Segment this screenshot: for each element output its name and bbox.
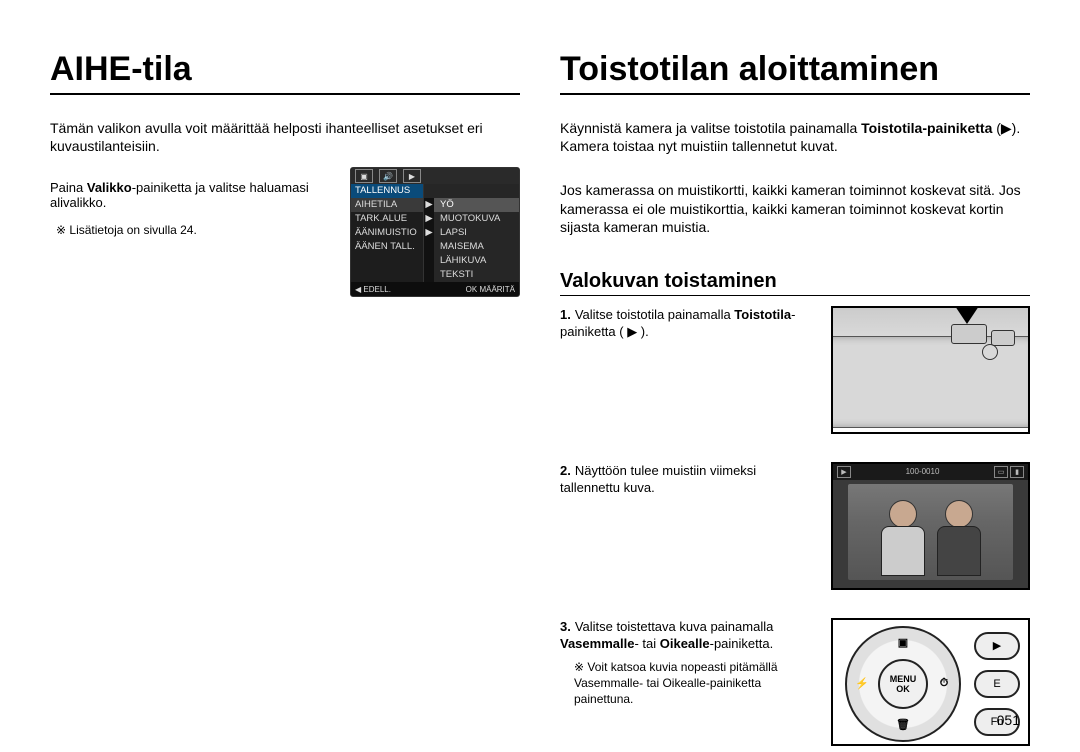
menu-left-3: ÄÄNEN TALL. [351,240,424,254]
left-rule [50,93,520,95]
menu-ok-button: MENU OK [878,659,928,709]
up-pad-icon: ▣ [894,634,912,652]
section-title: Valokuvan toistaminen [560,270,1030,293]
menu-right-5: TEKSTI [434,268,519,282]
right-intro-1: Käynnistä kamera ja valitse toistotila p… [560,119,1030,155]
step-1-figure [831,306,1030,434]
menu-tabs: ▣ 🔊 ▶ [351,168,519,184]
play-icon: ▶ [837,466,851,478]
menu-right-3: MAISEMA [434,240,519,254]
side-button-play: ▶ [974,632,1020,660]
menu-header: TALLENNUS [351,184,424,198]
left-intro: Tämän valikon avulla voit määrittää help… [50,119,520,155]
right-rule [560,93,1030,95]
right-intro-2: Jos kamerassa on muistikortti, kaikki ka… [560,181,1030,236]
left-note: Lisätietoja on sivulla 24. [56,223,338,237]
menu-foot-left: ◀ EDELL. [355,285,391,294]
card-icon: ▭ [994,466,1008,478]
photo-counter: 100-0010 [906,467,940,476]
right-pad-icon: ⏱ [935,675,953,693]
menu-right-2: LAPSI [434,226,519,240]
camera-icon: ▣ [355,169,373,183]
left-title: AIHE-tila [50,50,520,89]
side-button-e: E [974,670,1020,698]
menu-right-1: MUOTOKUVA [434,212,519,226]
camera-menu-screenshot: ▣ 🔊 ▶ TALLENNUS AIHETILA▶YÖ TARK.ALUE▶MU… [350,167,520,297]
step-3-text: 3.Valitse toistettava kuva painamalla Va… [560,618,815,746]
battery-icon: ▮ [1010,466,1024,478]
menu-foot-right: OK MÄÄRITÄ [466,285,515,294]
play-box-icon: ▶ [403,169,421,183]
section-rule [560,295,1030,296]
step-2-text: 2.Näyttöön tulee muistiin viimeksi talle… [560,462,815,590]
left-instruction: Paina Valikko-painiketta ja valitse halu… [50,180,338,210]
left-pad-icon: ⚡ [853,675,871,693]
menu-right-0: YÖ [434,198,519,212]
sound-icon: 🔊 [379,169,397,183]
page-number: 051 [997,712,1020,728]
menu-left-2: ÄÄNIMUISTIO [351,226,424,240]
control-wheel: MENU OK ▣ 🗑 ⚡ ⏱ [845,626,961,742]
step-2-figure: ▶ 100-0010 ▭ ▮ [831,462,1030,590]
menu-left-1: TARK.ALUE [351,212,424,226]
arrow-down-icon [955,306,979,324]
right-title: Toistotilan aloittaminen [560,50,1030,89]
menu-left-0: AIHETILA [351,198,424,212]
menu-right-4: LÄHIKUVA [434,254,519,268]
down-pad-icon: 🗑 [894,716,912,734]
step-1-text: 1.Valitse toistotila painamalla Toistoti… [560,306,815,434]
step-3-note: Voit katsoa kuvia nopeasti pitämällä Vas… [574,659,815,708]
